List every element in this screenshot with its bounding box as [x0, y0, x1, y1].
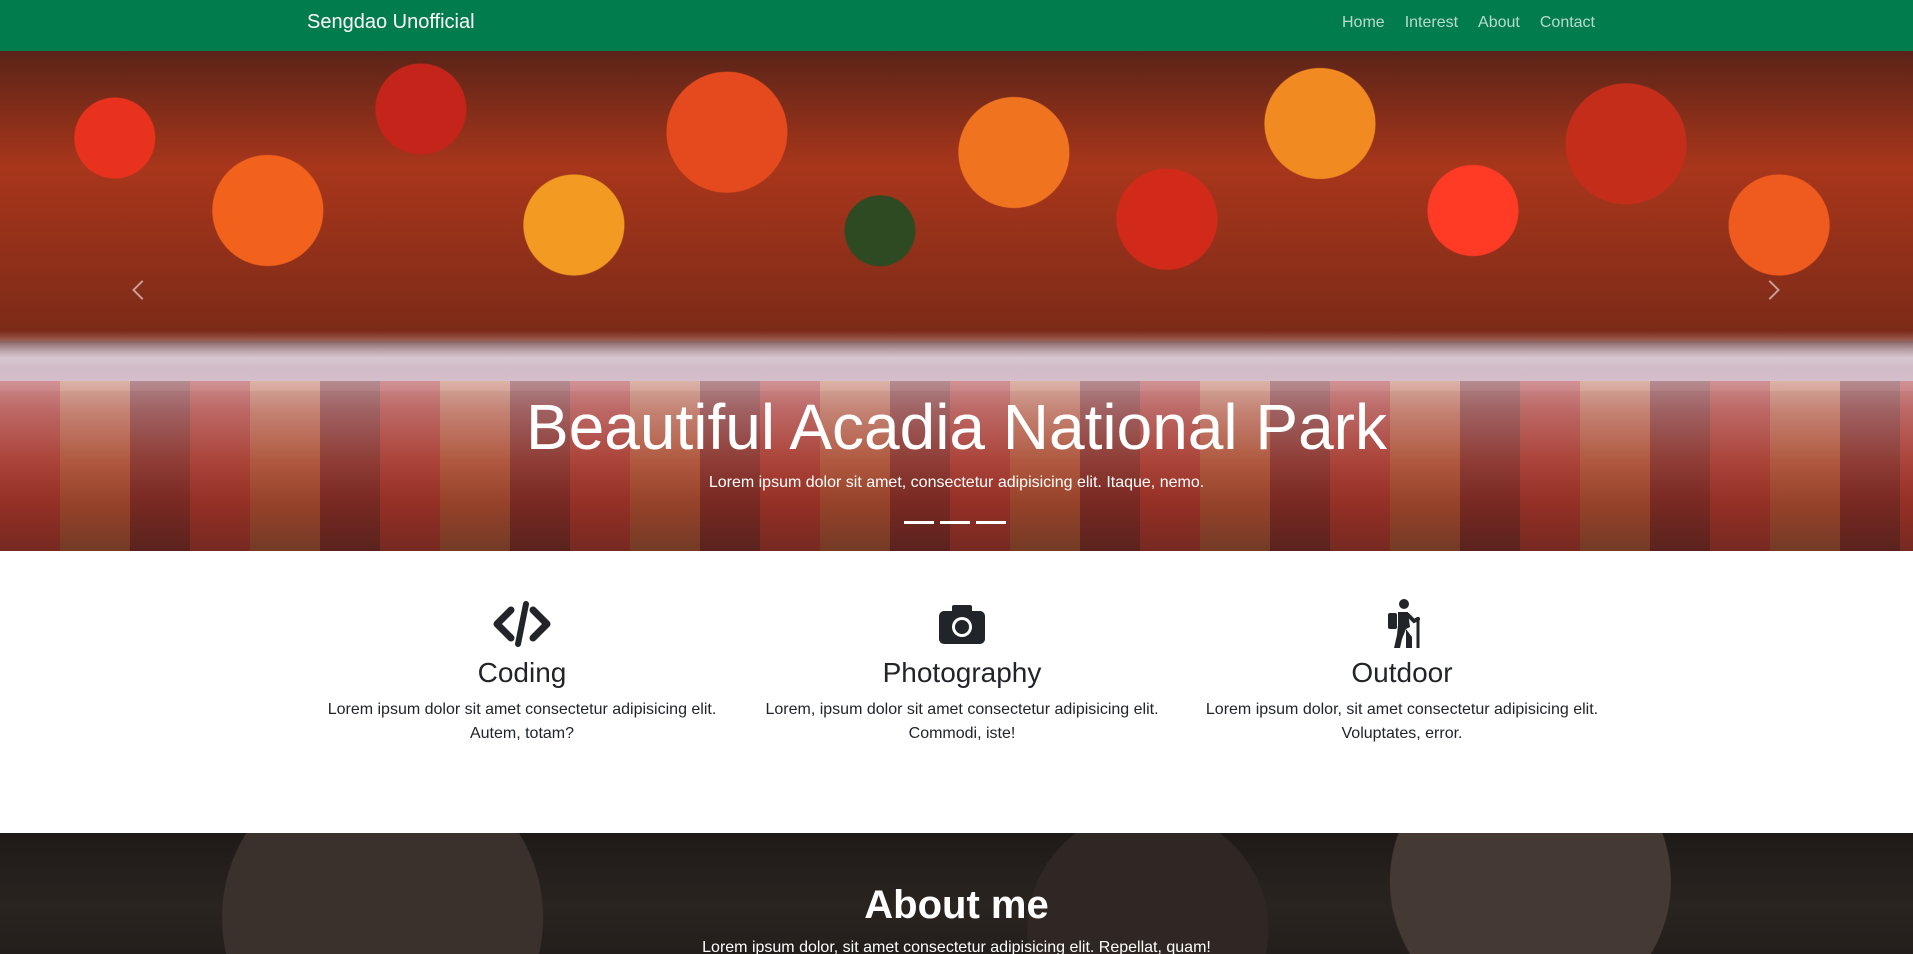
feature-text: Lorem ipsum dolor sit amet consectetur a…	[327, 700, 717, 742]
navbar: Sengdao Unofficial Home Interest About C…	[0, 0, 1913, 51]
about-section: About me Lorem ipsum dolor, sit amet con…	[0, 833, 1913, 954]
hiking-icon	[1187, 598, 1617, 650]
code-icon	[307, 598, 737, 650]
carousel-indicator-1[interactable]	[904, 521, 934, 524]
hero-carousel: Beautiful Acadia National Park Lorem ips…	[0, 51, 1913, 551]
feature-coding: Coding Lorem ipsum dolor sit amet consec…	[307, 598, 737, 746]
nav-about[interactable]: About	[1478, 14, 1520, 32]
feature-text: Lorem ipsum dolor, sit amet consectetur …	[1205, 700, 1599, 742]
feature-text: Lorem, ipsum dolor sit amet consectetur …	[765, 700, 1159, 742]
feature-title: Photography	[882, 657, 1042, 688]
feature-title: Outdoor	[1351, 657, 1453, 688]
nav-interest[interactable]: Interest	[1405, 14, 1458, 32]
about-title: About me	[864, 883, 1049, 927]
nav-home[interactable]: Home	[1342, 14, 1385, 32]
carousel-indicators	[904, 521, 1006, 524]
brand-link[interactable]: Sengdao Unofficial	[307, 11, 475, 34]
feature-title: Coding	[477, 657, 567, 688]
nav-contact[interactable]: Contact	[1540, 14, 1595, 32]
carousel-indicator-2[interactable]	[940, 521, 970, 524]
feature-outdoor: Outdoor Lorem ipsum dolor, sit amet cons…	[1187, 598, 1617, 746]
hero-image-foliage	[0, 51, 1913, 341]
feature-photography: Photography Lorem, ipsum dolor sit amet …	[747, 598, 1177, 746]
interests-section: Coding Lorem ipsum dolor sit amet consec…	[307, 551, 1607, 833]
camera-icon	[747, 598, 1177, 650]
carousel-caption-text: Lorem ipsum dolor sit amet, consectetur …	[708, 474, 1205, 491]
carousel-caption-title: Beautiful Acadia National Park	[526, 391, 1387, 463]
nav-links: Home Interest About Contact	[1342, 14, 1595, 32]
about-text: Lorem ipsum dolor, sit amet consectetur …	[702, 939, 1211, 954]
carousel-indicator-3[interactable]	[976, 521, 1006, 524]
